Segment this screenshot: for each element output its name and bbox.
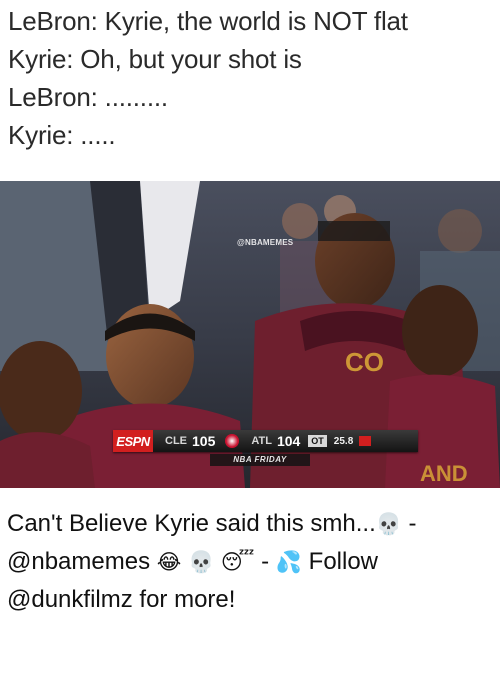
sweat-droplets-emoji-icon: 💦 [275,550,302,574]
scoreboard: ESPN CLE 105 ATL 104 OT 25.8 [113,430,418,452]
svg-text:AND: AND [420,461,468,486]
program-title: NBA FRIDAY [210,454,310,466]
atl-logo-icon [225,434,240,448]
skull-emoji-icon-2: 💀 [187,550,215,574]
caption-line-kyrie-2: Kyrie: ..... [8,120,116,150]
post-caption-text-3: - [254,548,276,575]
svg-text:CO: CO [345,347,384,377]
team1-score: 105 [192,433,216,449]
skull-emoji-icon: 💀 [375,512,402,536]
caption-line-kyrie-1: Kyrie: Oh, but your shot is [8,44,302,74]
post-caption: Can't Believe Kyrie said this smh...💀 - … [7,505,493,619]
watermark-text: @NBAMEMES [237,238,294,247]
sleeping-emoji-icon: 😴 [220,550,255,574]
network-logo: ESPN [113,430,153,452]
meme-caption: LeBron: Kyrie, the world is NOT flat Kyr… [8,2,492,154]
joy-emoji-icon: 😂 [156,550,182,574]
game-clock: 25.8 [333,435,354,447]
team2-abbrev: ATL [251,435,272,447]
caption-line-lebron-1: LeBron: Kyrie, the world is NOT flat [8,6,408,36]
caption-line-lebron-2: LeBron: ......... [8,82,168,112]
possession-indicator-icon [359,436,372,446]
team2-score: 104 [276,433,301,449]
post-caption-text-1: Can't Believe Kyrie said this smh... [7,510,376,537]
period-indicator: OT [308,435,327,447]
team1-abbrev: CLE [165,435,187,447]
